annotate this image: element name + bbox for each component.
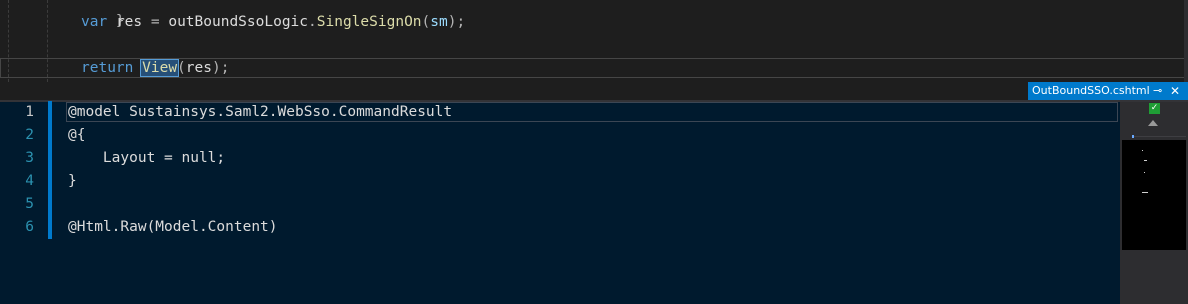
minimap-mark <box>1142 192 1148 193</box>
minimap-mark <box>1144 160 1147 161</box>
bottom-editor-pane[interactable]: 1 2 3 4 5 6 @model Sustainsys.Saml2.WebS… <box>0 101 1120 304</box>
method-name: SingleSignOn <box>316 14 422 30</box>
overview-margin[interactable]: ✓ <box>1120 102 1188 304</box>
code-line[interactable]: @Html.Raw(Model.Content) <box>68 216 278 239</box>
close-paren-semicolon: ); <box>211 60 230 76</box>
change-indicator <box>48 124 52 147</box>
pin-icon[interactable]: ⊸ <box>1153 82 1162 100</box>
open-paren: ( <box>177 60 186 76</box>
keyword-var: var <box>81 14 108 30</box>
top-code-line-3: return View(res); <box>81 57 229 79</box>
top-code-line-2: var res = outBoundSsoLogic.SingleSignOn(… <box>81 11 465 33</box>
minimap-mark <box>1142 150 1143 151</box>
minimap-mark <box>1144 172 1145 173</box>
open-paren: ( <box>421 14 431 30</box>
line-number: 3 <box>25 150 34 166</box>
member-dot: . <box>308 14 317 30</box>
argument: sm <box>430 14 448 30</box>
line-number: 2 <box>25 127 34 143</box>
tab-label: OutBoundSSO.cshtml <box>1032 84 1150 97</box>
check-icon[interactable]: ✓ <box>1149 103 1160 114</box>
scroll-position-line <box>1134 136 1186 137</box>
close-paren-semicolon: ); <box>447 14 466 30</box>
code-line[interactable]: @{ <box>68 124 85 147</box>
change-indicator <box>48 216 52 239</box>
tab-outboundsso-cshtml[interactable]: OutBoundSSO.cshtml ⊸ ✕ <box>1028 82 1188 100</box>
close-icon[interactable]: ✕ <box>1170 82 1180 100</box>
change-indicator <box>48 101 52 124</box>
highlighted-method-view[interactable]: View <box>140 59 180 77</box>
line-number: 1 <box>25 104 34 120</box>
top-editor-pane[interactable]: } var res = outBoundSsoLogic.SingleSignO… <box>0 0 1188 82</box>
line-number: 4 <box>25 173 34 189</box>
minimap[interactable] <box>1122 140 1186 250</box>
tab-strip: OutBoundSSO.cshtml ⊸ ✕ <box>0 82 1188 100</box>
change-indicator <box>48 193 52 216</box>
assign-operator: = <box>142 14 169 30</box>
keyword-return: return <box>81 60 134 76</box>
argument: res <box>185 60 212 76</box>
code-line[interactable]: @model Sustainsys.Saml2.WebSso.CommandRe… <box>68 101 452 124</box>
code-line[interactable]: } <box>68 170 77 193</box>
line-number: 6 <box>25 219 34 235</box>
object-name: outBoundSsoLogic <box>168 14 309 30</box>
vertical-scrollbar[interactable] <box>1184 0 1188 82</box>
top-code-line-1: } <box>81 0 125 29</box>
code-line[interactable]: Layout = null; <box>68 147 225 170</box>
change-indicator <box>48 147 52 170</box>
variable-res: res <box>115 14 143 30</box>
change-indicator <box>48 170 52 193</box>
scroll-up-icon[interactable] <box>1148 120 1158 126</box>
line-number: 5 <box>25 196 34 212</box>
